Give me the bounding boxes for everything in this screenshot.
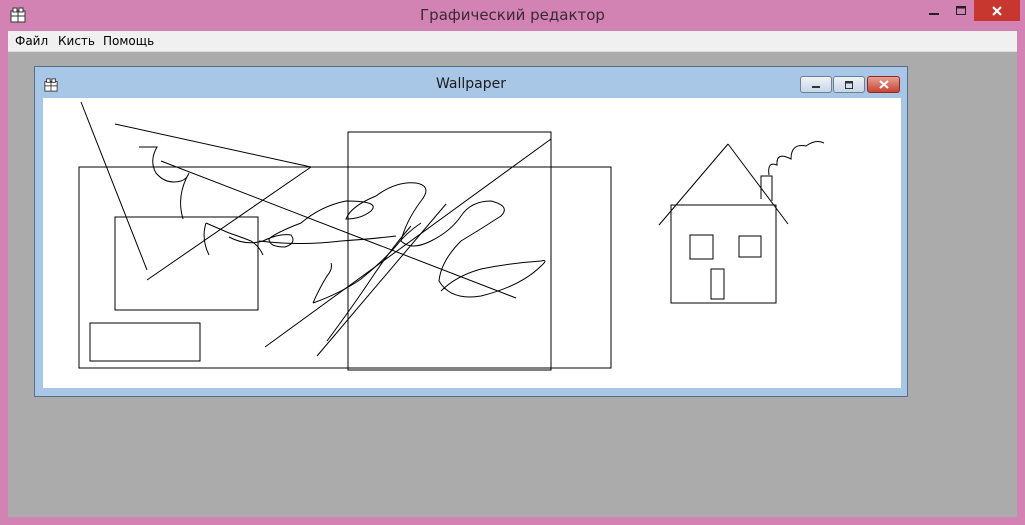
child-window-title: Wallpaper: [435, 76, 507, 92]
menu-file[interactable]: Файл: [15, 34, 48, 48]
drawing-canvas[interactable]: [43, 98, 901, 388]
house-roof-left: [658, 143, 729, 226]
minimize-icon: [928, 12, 939, 15]
drawn-line: [114, 123, 312, 168]
drawn-line: [316, 203, 447, 357]
drawn-rect-large: [78, 166, 612, 369]
freehand-stroke: [228, 182, 546, 298]
maximize-icon: [845, 80, 853, 89]
drawn-line: [146, 166, 312, 281]
freehand-stroke: [312, 222, 422, 304]
child-window[interactable]: Wallpaper: [34, 66, 908, 397]
close-button[interactable]: [974, 0, 1020, 21]
house-door: [710, 268, 725, 300]
house-chimney: [760, 175, 773, 201]
minimize-icon: [812, 85, 820, 88]
drawn-line: [160, 160, 517, 299]
close-icon: [992, 5, 1002, 16]
app-titlebar: Графический редактор: [0, 0, 1025, 31]
app-title: Графический редактор: [420, 6, 605, 24]
drawn-rect-small: [89, 322, 201, 362]
house-roof-right: [727, 143, 789, 225]
drawn-rect-tall: [347, 131, 552, 371]
child-close-button[interactable]: [867, 76, 900, 93]
menu-help[interactable]: Помощь: [103, 34, 154, 48]
house-window-right: [738, 235, 762, 258]
close-icon: [878, 80, 889, 89]
child-minimize-button[interactable]: [800, 76, 832, 93]
freehand-stroke: [139, 146, 190, 220]
house-window-left: [689, 234, 714, 260]
menu-brush[interactable]: Кисть: [58, 34, 95, 48]
minimize-button[interactable]: [920, 0, 947, 21]
maximize-icon: [955, 5, 966, 15]
house-smoke: [768, 141, 825, 176]
child-maximize-button[interactable]: [833, 76, 865, 93]
freehand-stroke: [258, 235, 397, 244]
maximize-button[interactable]: [947, 0, 974, 21]
menu-bar: Файл Кисть Помощь: [8, 31, 1017, 52]
drawing: [78, 101, 825, 371]
drawn-rect-left: [114, 216, 259, 311]
drawn-line: [80, 101, 148, 271]
